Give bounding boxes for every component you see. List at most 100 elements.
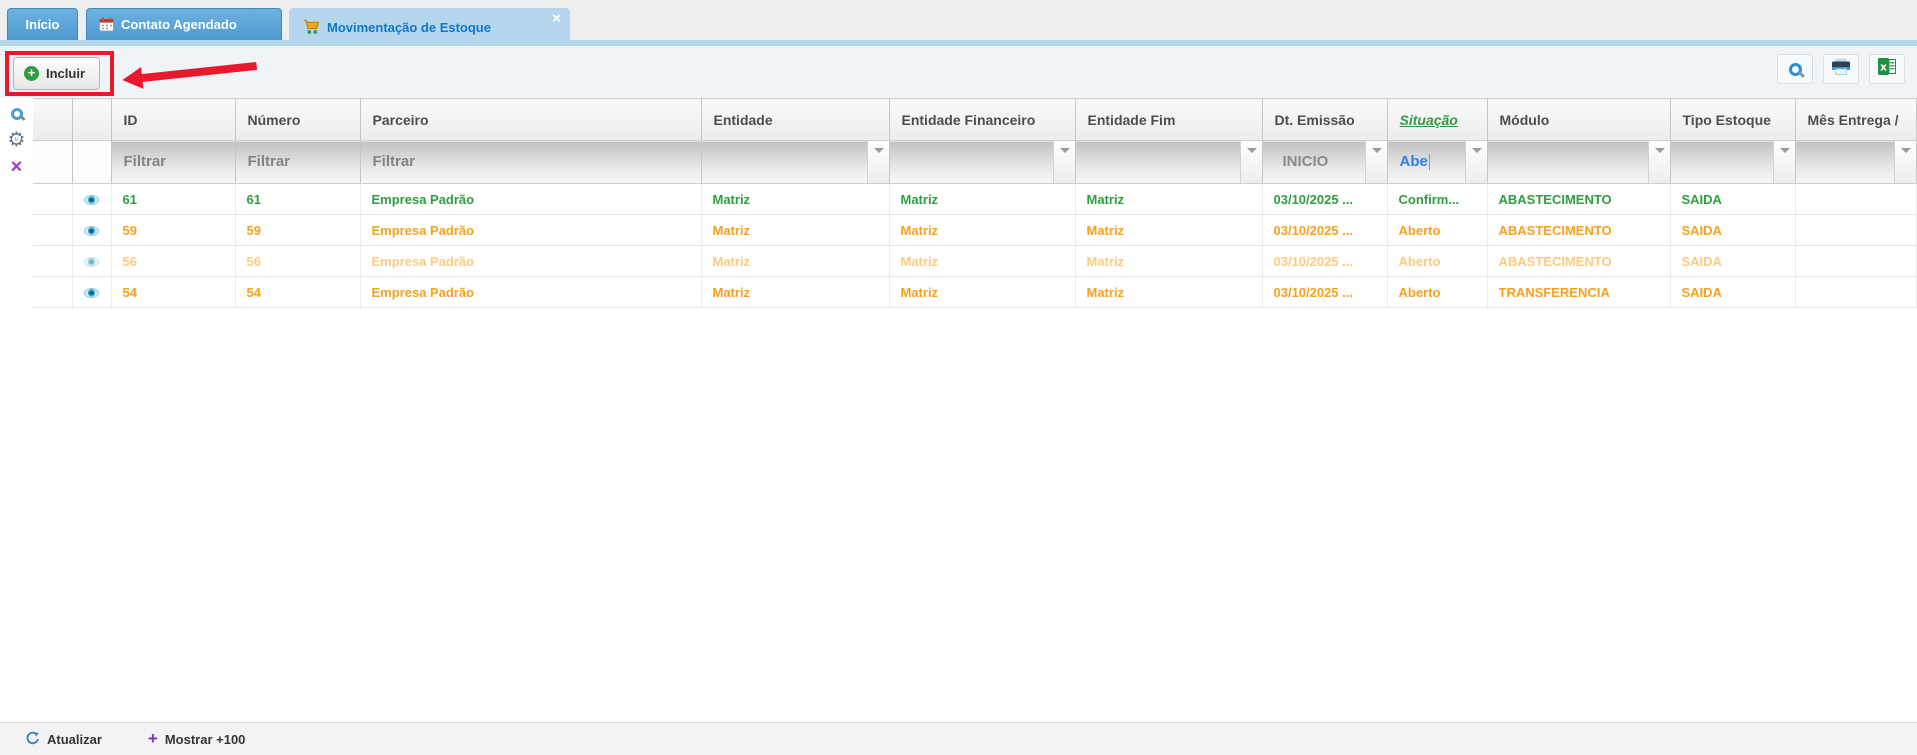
cell-tipo-estoque: SAIDA bbox=[1670, 277, 1795, 308]
column-header-situacao[interactable]: Situação bbox=[1387, 99, 1487, 141]
filter-numero-input[interactable] bbox=[236, 153, 350, 170]
cell-modulo: ABASTECIMENTO bbox=[1487, 246, 1670, 277]
column-header-entidade-financeiro[interactable]: Entidade Financeiro bbox=[889, 99, 1075, 141]
text-cursor bbox=[1429, 154, 1430, 170]
cell-id: 61 bbox=[111, 184, 235, 215]
cell-mes-entrega bbox=[1795, 215, 1917, 246]
chevron-down-icon[interactable] bbox=[1240, 141, 1262, 183]
row-spacer bbox=[33, 277, 72, 308]
tab-bar: Início Contato Agendado bbox=[0, 0, 1917, 40]
cart-icon bbox=[303, 19, 320, 35]
export-excel-button[interactable]: x bbox=[1869, 54, 1905, 84]
column-header-id[interactable]: ID bbox=[111, 99, 235, 141]
cell-id: 56 bbox=[111, 246, 235, 277]
tab-close-icon[interactable]: × bbox=[552, 12, 561, 26]
chevron-down-icon[interactable] bbox=[1365, 141, 1387, 183]
cell-numero: 61 bbox=[235, 184, 360, 215]
cell-situacao: Confirm... bbox=[1387, 184, 1487, 215]
table-row[interactable]: 54 54 Empresa Padrão Matriz Matriz Matri… bbox=[33, 277, 1917, 308]
column-header-tipo-estoque[interactable]: Tipo Estoque bbox=[1670, 99, 1795, 141]
excel-icon: x bbox=[1878, 58, 1896, 80]
filter-tipo-estoque-dropdown[interactable] bbox=[1670, 141, 1795, 184]
cell-id: 54 bbox=[111, 277, 235, 308]
cell-mes-entrega bbox=[1795, 277, 1917, 308]
cell-entidade-financeiro: Matriz bbox=[889, 215, 1075, 246]
view-row-icon[interactable] bbox=[84, 226, 99, 236]
filter-modulo-dropdown[interactable] bbox=[1487, 141, 1670, 184]
cell-modulo: TRANSFERENCIA bbox=[1487, 277, 1670, 308]
tab-inicio[interactable]: Início bbox=[7, 8, 78, 40]
filter-id-cell bbox=[111, 141, 235, 184]
cell-entidade-financeiro: Matriz bbox=[889, 246, 1075, 277]
row-spacer bbox=[33, 184, 72, 215]
left-rail: ⚙API × bbox=[0, 98, 33, 308]
view-row-icon[interactable] bbox=[84, 195, 99, 205]
cell-parceiro: Empresa Padrão bbox=[360, 246, 701, 277]
annotation-red-box bbox=[5, 51, 114, 96]
filter-entidade-dropdown[interactable] bbox=[701, 141, 889, 184]
cell-entidade-fim: Matriz bbox=[1075, 246, 1262, 277]
search-icon bbox=[1789, 63, 1802, 76]
filter-parceiro-cell bbox=[360, 141, 701, 184]
cell-modulo: ABASTECIMENTO bbox=[1487, 184, 1670, 215]
row-view-cell bbox=[72, 184, 111, 215]
mostrar-100-button[interactable]: + Mostrar +100 bbox=[148, 732, 246, 747]
filter-id-input[interactable] bbox=[112, 153, 225, 170]
column-header-numero[interactable]: Número bbox=[235, 99, 360, 141]
column-header-entidade[interactable]: Entidade bbox=[701, 99, 889, 141]
cell-numero: 54 bbox=[235, 277, 360, 308]
cell-entidade-financeiro: Matriz bbox=[889, 184, 1075, 215]
chevron-down-icon[interactable] bbox=[1053, 141, 1075, 183]
print-button[interactable] bbox=[1823, 54, 1859, 84]
chevron-down-icon[interactable] bbox=[1648, 141, 1670, 183]
header-row: ID Número Parceiro Entidade Entidade Fin… bbox=[33, 99, 1917, 141]
cell-modulo: ABASTECIMENTO bbox=[1487, 215, 1670, 246]
row-view-cell bbox=[72, 277, 111, 308]
filter-mes-entrega-dropdown[interactable] bbox=[1795, 141, 1917, 184]
cell-entidade-fim: Matriz bbox=[1075, 184, 1262, 215]
column-header-spacer bbox=[33, 99, 72, 141]
column-header-entidade-fim[interactable]: Entidade Fim bbox=[1075, 99, 1262, 141]
clear-filter-icon[interactable]: × bbox=[11, 158, 23, 176]
filter-view bbox=[72, 141, 111, 184]
cell-entidade-fim: Matriz bbox=[1075, 277, 1262, 308]
cell-mes-entrega bbox=[1795, 184, 1917, 215]
table-row[interactable]: 56 56 Empresa Padrão Matriz Matriz Matri… bbox=[33, 246, 1917, 277]
chevron-down-icon[interactable] bbox=[1773, 141, 1795, 183]
column-header-modulo[interactable]: Módulo bbox=[1487, 99, 1670, 141]
column-header-mes-entrega[interactable]: Mês Entrega / bbox=[1795, 99, 1917, 141]
search-button[interactable] bbox=[1777, 54, 1813, 84]
filter-parceiro-input[interactable] bbox=[361, 153, 674, 170]
cell-situacao: Aberto bbox=[1387, 277, 1487, 308]
tab-label: Início bbox=[26, 17, 60, 32]
filter-entidade-financeiro-dropdown[interactable] bbox=[889, 141, 1075, 184]
column-header-dt-emissao[interactable]: Dt. Emissão bbox=[1262, 99, 1387, 141]
chevron-down-icon[interactable] bbox=[1894, 141, 1916, 183]
chevron-down-icon[interactable] bbox=[1465, 141, 1487, 183]
atualizar-label: Atualizar bbox=[47, 732, 102, 747]
cell-situacao: Aberto bbox=[1387, 246, 1487, 277]
filter-situacao-dropdown[interactable]: Abe bbox=[1387, 141, 1487, 184]
api-gear-icon[interactable]: ⚙API bbox=[8, 129, 26, 149]
table-row[interactable]: 59 59 Empresa Padrão Matriz Matriz Matri… bbox=[33, 215, 1917, 246]
cell-entidade-financeiro: Matriz bbox=[889, 277, 1075, 308]
view-row-icon[interactable] bbox=[84, 288, 99, 298]
tab-label: Movimentação de Estoque bbox=[327, 20, 491, 35]
situacao-filter-value: Abe bbox=[1388, 153, 1428, 170]
tab-contato-agendado[interactable]: Contato Agendado bbox=[86, 8, 282, 40]
search-icon[interactable] bbox=[11, 108, 23, 120]
filter-dt-emissao-dropdown[interactable]: INICIO bbox=[1262, 141, 1387, 184]
table-row[interactable]: 61 61 Empresa Padrão Matriz Matriz Matri… bbox=[33, 184, 1917, 215]
column-header-view bbox=[72, 99, 111, 141]
tab-label: Contato Agendado bbox=[121, 17, 237, 32]
row-view-cell bbox=[72, 215, 111, 246]
filter-numero-cell bbox=[235, 141, 360, 184]
chevron-down-icon[interactable] bbox=[867, 141, 889, 183]
view-row-icon[interactable] bbox=[84, 257, 99, 267]
filter-entidade-fim-dropdown[interactable] bbox=[1075, 141, 1262, 184]
plus-icon: + bbox=[148, 732, 158, 746]
atualizar-button[interactable]: Atualizar bbox=[26, 731, 102, 748]
svg-text:x: x bbox=[1880, 61, 1887, 73]
column-header-parceiro[interactable]: Parceiro bbox=[360, 99, 701, 141]
cell-entidade: Matriz bbox=[701, 215, 889, 246]
